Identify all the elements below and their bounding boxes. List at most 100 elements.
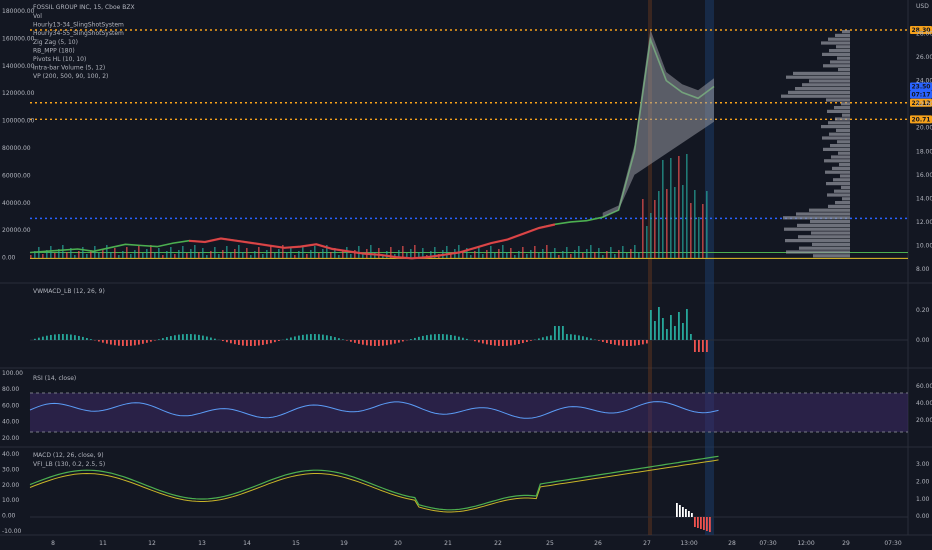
volume-profile-bar (827, 193, 850, 197)
volume-bar (106, 245, 108, 258)
time-tick-label: 28 (728, 540, 736, 547)
indicator-legend-item: Hourly34-55_SlingShotSystem (33, 30, 124, 37)
volume-bar (502, 245, 504, 258)
volume-bar (574, 250, 576, 258)
vwmacd-bar (690, 334, 692, 340)
time-tick-label: 29 (842, 540, 850, 547)
volume-bar (598, 248, 600, 258)
volume-bar (646, 226, 648, 258)
price-tick-label: 20.00 (916, 125, 932, 132)
volume-profile-bar (839, 163, 850, 167)
volume-profile-bar (812, 242, 850, 246)
macd-histogram-bar (694, 517, 696, 527)
vwmacd-bar (62, 334, 64, 340)
macd-histogram-bar (682, 507, 684, 517)
volume-bar (666, 189, 668, 258)
volume-bar (346, 247, 348, 258)
volume-bar (590, 245, 592, 258)
symbol-title[interactable]: FOSSIL GROUP INC, 15, Cboe BZX (33, 4, 135, 11)
volume-bar (62, 245, 64, 258)
volume-bar (490, 246, 492, 258)
vwmacd-bar (126, 340, 128, 346)
volume-profile-bar (821, 125, 850, 129)
volume-bar (554, 248, 556, 258)
vwmacd-bar (506, 340, 508, 346)
volume-profile-bar (829, 132, 850, 136)
volume-bar (526, 254, 528, 258)
vwmacd-bar (438, 334, 440, 340)
volume-bar (686, 154, 688, 258)
vwmacd-title[interactable]: VWMACD_LB (12, 26, 9) (33, 288, 105, 295)
vwmacd-bar (142, 340, 144, 344)
volume-bar (126, 247, 128, 258)
volume-bar (470, 255, 472, 258)
volume-bar (110, 252, 112, 258)
vwmacd-bar (702, 340, 704, 352)
volume-profile-bar (796, 212, 850, 216)
rsi-title[interactable]: RSI (14, close) (33, 375, 76, 382)
vwmacd-bar (266, 340, 268, 345)
price-tick-label: 14.00 (916, 195, 932, 202)
vwmacd-bar (98, 340, 100, 342)
vwmacd-bar (478, 340, 480, 343)
volume-bar (130, 254, 132, 258)
volume-bar (74, 255, 76, 258)
volume-bar (114, 248, 116, 258)
vfi-title[interactable]: VFI_LB (130, 0.2, 2.5, 5) (33, 461, 105, 468)
volume-bar (310, 250, 312, 258)
vwmacd-bar (130, 340, 132, 346)
volume-bar (246, 248, 248, 258)
vwmacd-bar (546, 336, 548, 340)
vwmacd-bar (634, 340, 636, 346)
vwmacd-bar (542, 337, 544, 340)
volume-bar (266, 250, 268, 258)
macd-histogram-bar (703, 517, 705, 530)
volume-profile-bar (828, 204, 850, 208)
volume-bar (602, 255, 604, 258)
vwmacd-bar (38, 337, 40, 340)
volume-profile-bar (811, 231, 850, 235)
price-tag-label: 20.71 (912, 116, 931, 123)
volume-bar (698, 217, 700, 258)
volume-profile-bar (783, 216, 850, 220)
volume-bar (654, 200, 656, 258)
volume-bar (270, 246, 272, 258)
vwmacd-bar (682, 323, 684, 340)
vwmacd-bar (698, 340, 700, 352)
macd-title[interactable]: MACD (12, 26, close, 9) (33, 452, 104, 459)
volume-bar (414, 245, 416, 258)
vwmacd-bar (338, 338, 340, 340)
vwmacd-bar (458, 336, 460, 340)
vwmacd-bar (238, 340, 240, 345)
volume-bar (550, 252, 552, 258)
volume-profile-bar (799, 246, 850, 250)
vwmacd-bar (622, 340, 624, 346)
vwmacd-bar (42, 336, 44, 340)
volume-bar (226, 246, 228, 258)
rsi-right-tick-label: 20.00 (916, 417, 932, 424)
vwmacd-tick-label: 0.00 (916, 337, 930, 344)
vwmacd-bar (518, 340, 520, 345)
volume-bar (546, 245, 548, 258)
vwmacd-bar (74, 335, 76, 340)
volume-profile-bar (795, 87, 850, 91)
vwmacd-bar (354, 340, 356, 343)
vwmacd-bar (106, 340, 108, 344)
chart-background (0, 0, 932, 550)
vwmacd-bar (630, 340, 632, 346)
vwmacd-bar (290, 337, 292, 340)
volume-profile-bar (826, 182, 850, 186)
volume-tick-label: 180000.00 (2, 8, 35, 15)
volume-bar (694, 190, 696, 258)
macd-right-tick-label: 2.00 (916, 478, 930, 485)
volume-bar (82, 247, 84, 258)
macd-left-tick-label: 20.00 (2, 482, 19, 489)
volume-bar (566, 247, 568, 258)
vwmacd-bar (198, 334, 200, 340)
volume-profile-bar (786, 250, 850, 254)
price-tick-label: 8.00 (916, 266, 930, 273)
volume-profile-bar (830, 144, 850, 148)
volume-bar (238, 245, 240, 258)
trading-chart[interactable]: 28.3023.5007:1722.1220.71 FOSSIL GROUP I… (0, 0, 932, 550)
vwmacd-bar (346, 340, 348, 341)
